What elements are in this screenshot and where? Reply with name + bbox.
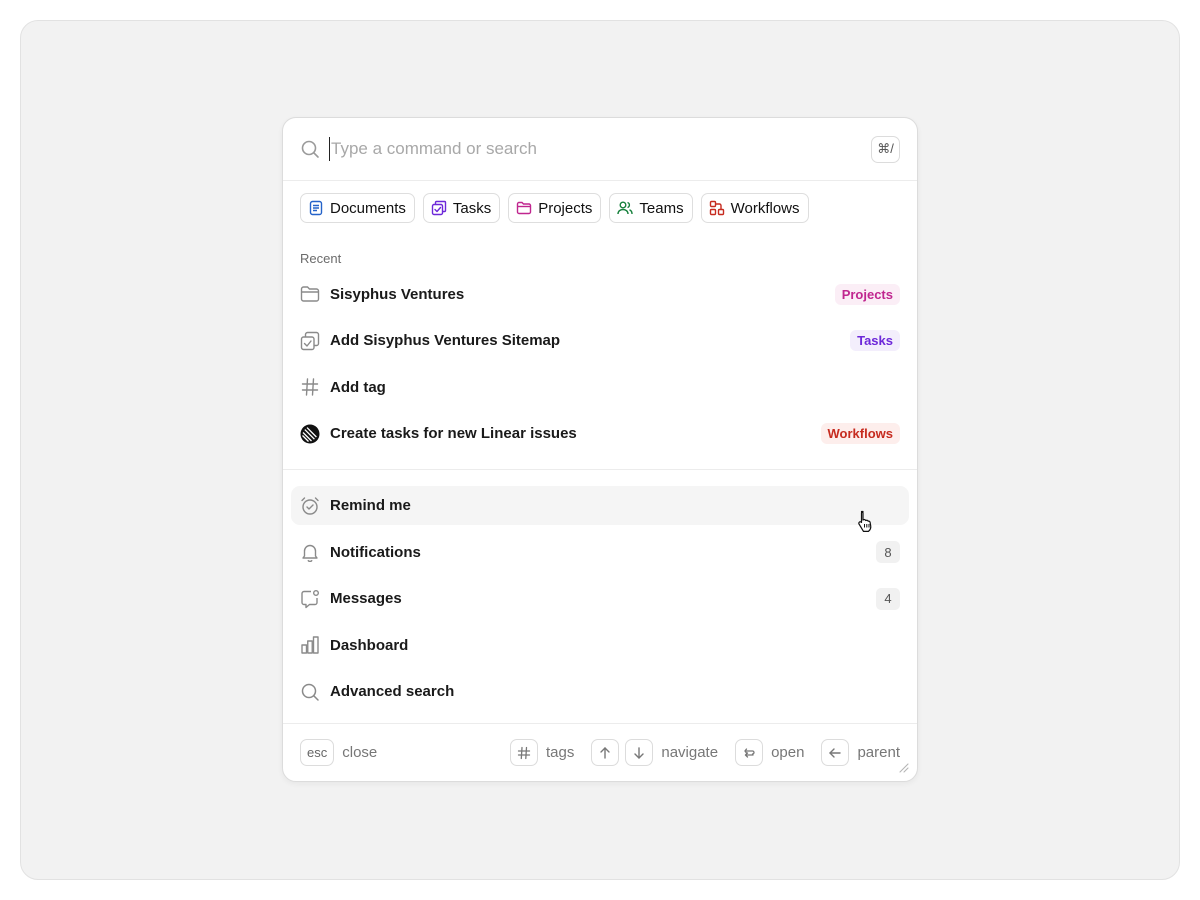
folder-icon [300, 286, 320, 302]
linear-icon [300, 424, 320, 444]
action-notifications[interactable]: Notifications 8 [283, 529, 917, 576]
recent-item-add-sitemap[interactable]: Add Sisyphus Ventures Sitemap Tasks [283, 318, 917, 365]
item-label: Sisyphus Ventures [330, 285, 465, 303]
hint-open: open [735, 739, 804, 766]
filter-label: Tasks [452, 199, 492, 217]
item-label: Remind me [330, 497, 411, 514]
badge-tasks: Tasks [850, 330, 900, 352]
alarm-clock-icon [301, 496, 319, 515]
recent-list: Sisyphus Ventures Projects Add Sisyphus … [283, 271, 917, 457]
filter-documents[interactable]: Documents [300, 193, 415, 223]
hint-close: esc close [300, 739, 377, 766]
filter-teams[interactable]: Teams [609, 193, 693, 223]
hint-tags: tags [510, 739, 574, 766]
action-messages[interactable]: Messages 4 [283, 576, 917, 623]
arrow-down-icon [634, 746, 645, 759]
filter-label: Teams [639, 199, 684, 217]
shortcut-key: ⌘/ [871, 135, 900, 163]
filter-label: Workflows [730, 199, 800, 217]
keyboard-hints-footer: esc close tags navigate open parent [283, 723, 917, 781]
action-advanced-search[interactable]: Advanced search [283, 669, 917, 716]
filter-projects[interactable]: Projects [508, 193, 602, 223]
users-icon [617, 201, 634, 215]
filter-tasks[interactable]: Tasks [422, 193, 501, 223]
arrow-left-icon [829, 747, 842, 758]
search-bar: ⌘/ [283, 118, 917, 181]
filter-chips: Documents Tasks Projects Teams Workflows [283, 181, 917, 235]
recent-item-linear-workflow[interactable]: Create tasks for new Linear issues Workf… [283, 411, 917, 458]
arrow-up-icon [600, 746, 611, 759]
return-icon [744, 747, 755, 758]
esc-key: esc [300, 739, 335, 766]
hint-open-label: open [771, 744, 805, 761]
item-label: Add Sisyphus Ventures Sitemap [330, 332, 561, 350]
hash-key [510, 739, 538, 766]
hash-icon [517, 746, 531, 759]
pointer-cursor-icon [858, 510, 872, 532]
tasks-icon [431, 200, 447, 216]
workflow-icon [709, 200, 724, 216]
bell-icon [302, 545, 318, 563]
item-label: Messages [330, 590, 402, 608]
enter-key [735, 739, 764, 766]
resize-handle-icon[interactable] [897, 761, 909, 773]
hint-close-label: close [342, 744, 378, 761]
hint-navigate-label: navigate [661, 744, 719, 761]
tasks-icon [300, 331, 320, 350]
messages-count: 4 [876, 587, 900, 610]
arrow-down-key [625, 739, 654, 766]
arrow-up-key [591, 739, 620, 766]
item-label: Add tag [330, 378, 386, 396]
hint-parent: parent [821, 739, 900, 766]
search-input[interactable] [330, 134, 871, 164]
hint-tags-label: tags [546, 744, 575, 761]
item-label: Advanced search [330, 683, 455, 701]
bar-chart-icon [301, 636, 319, 654]
arrow-left-key [821, 739, 850, 766]
search-icon [301, 683, 319, 701]
filter-label: Projects [538, 199, 593, 217]
message-icon [301, 589, 319, 608]
actions-list: Remind me Notifications 8 Messages 4 Das… [283, 470, 917, 715]
action-dashboard[interactable]: Dashboard [283, 622, 917, 669]
filter-label: Documents [330, 199, 406, 217]
badge-workflows: Workflows [820, 423, 900, 445]
recent-section-label: Recent [300, 251, 342, 266]
item-label: Notifications [330, 543, 421, 561]
notifications-count: 8 [876, 541, 900, 564]
document-icon [309, 200, 323, 216]
command-palette: ⌘/ Documents Tasks Projects Teams Workfl… [282, 117, 918, 782]
filter-workflows[interactable]: Workflows [700, 193, 809, 223]
recent-item-sisyphus-ventures[interactable]: Sisyphus Ventures Projects [283, 271, 917, 318]
folder-icon [517, 201, 532, 215]
item-label: Create tasks for new Linear issues [330, 425, 577, 443]
hint-parent-label: parent [857, 744, 900, 761]
hint-navigate: navigate [591, 739, 718, 766]
item-label: Dashboard [330, 636, 409, 654]
badge-projects: Projects [834, 283, 900, 305]
recent-item-add-tag[interactable]: Add tag [283, 364, 917, 411]
hash-icon [301, 378, 319, 396]
action-remind-me[interactable]: Remind me [291, 486, 909, 525]
search-icon [301, 140, 319, 158]
